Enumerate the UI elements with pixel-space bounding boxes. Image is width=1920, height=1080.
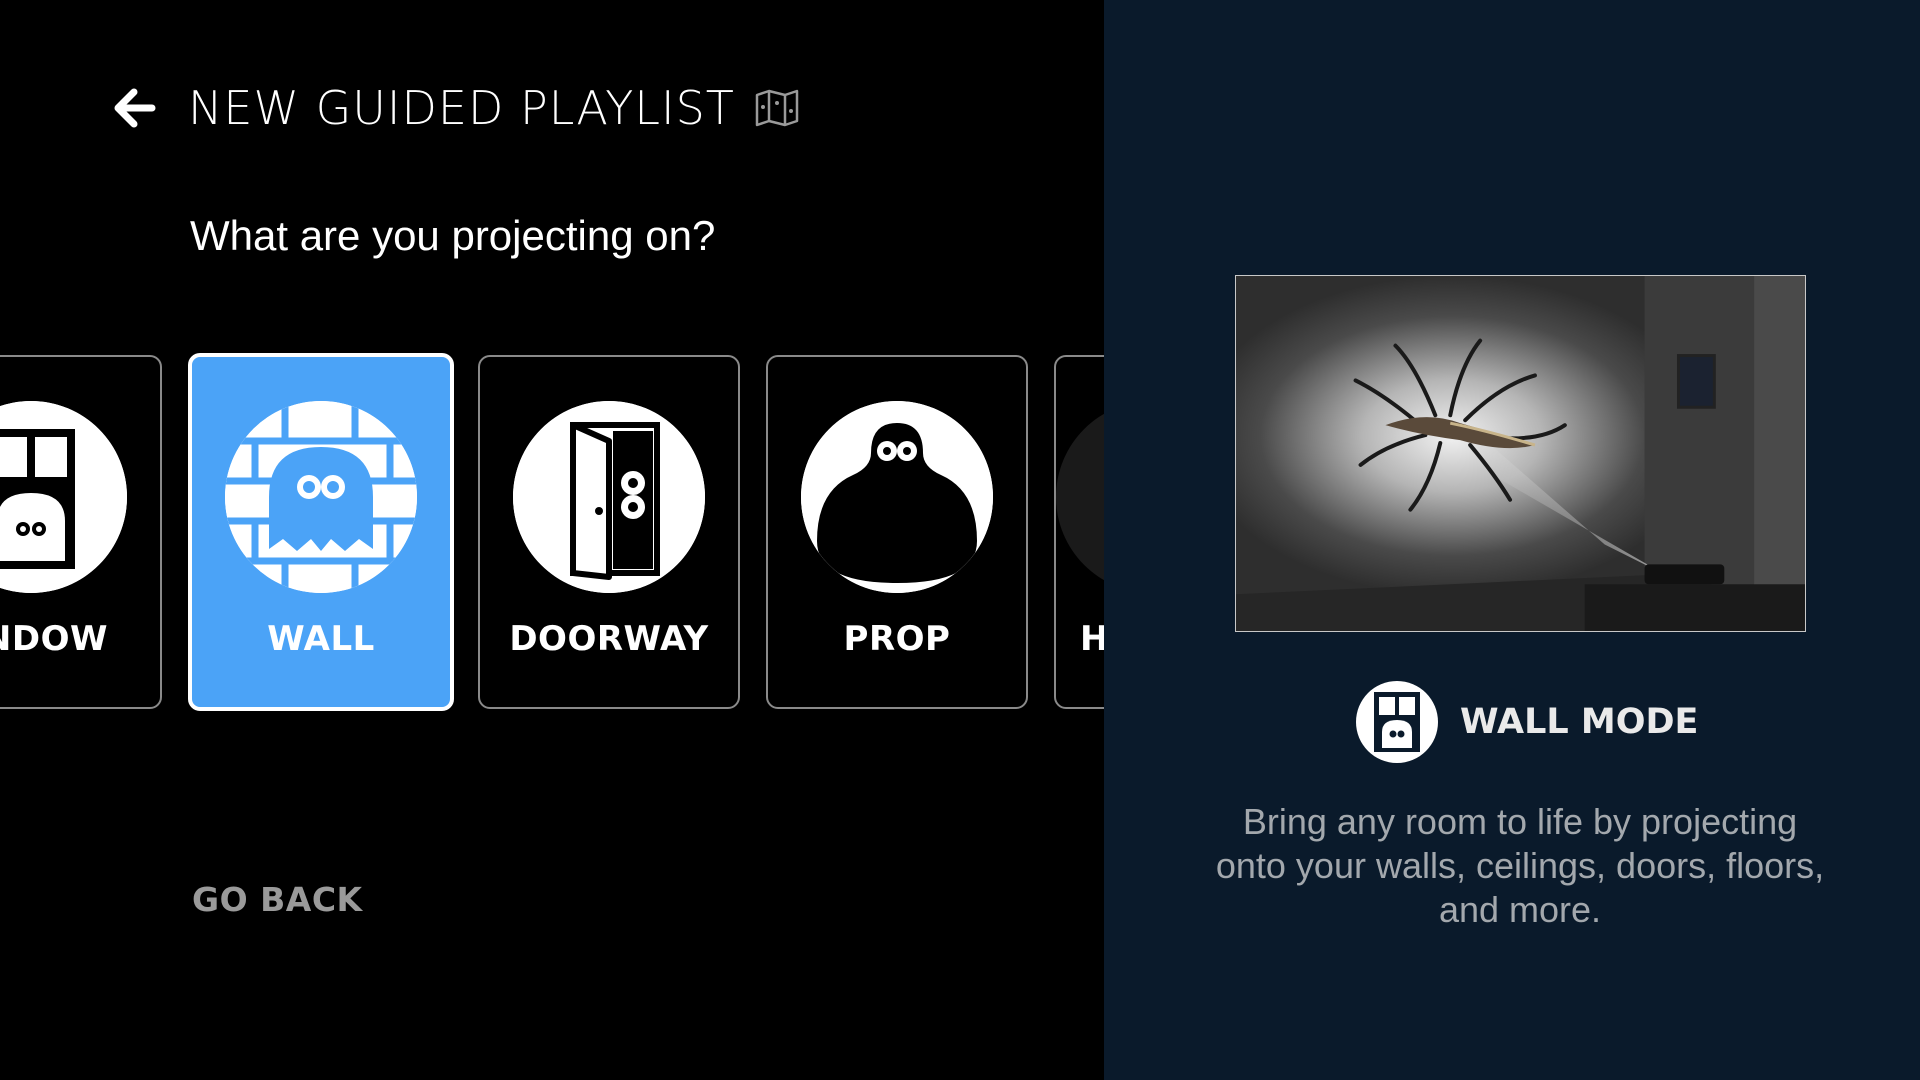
arrow-left-icon[interactable]	[110, 84, 158, 132]
preview-image	[1235, 275, 1806, 632]
card-label: WALL	[267, 619, 375, 659]
doorway-icon	[513, 401, 705, 593]
card-window[interactable]: NDOW	[0, 355, 162, 709]
card-carousel: NDOW	[0, 353, 1104, 711]
card-prop[interactable]: PROP	[766, 355, 1028, 709]
card-wall[interactable]: WALL	[188, 353, 454, 711]
card-label: PROP	[843, 619, 951, 659]
question-heading: What are you projecting on?	[190, 212, 716, 259]
go-back-button[interactable]: GO BACK	[192, 880, 363, 919]
page-title: NEW GUIDED PLAYLIST	[188, 81, 735, 135]
header: NEW GUIDED PLAYLIST	[110, 80, 801, 136]
card-doorway[interactable]: DOORWAY	[478, 355, 740, 709]
map-icon	[755, 88, 801, 128]
ghost-wall-icon	[225, 401, 417, 593]
window-icon	[0, 401, 127, 593]
selection-panel: NEW GUIDED PLAYLIST What are you project…	[0, 0, 1104, 1080]
card-partial[interactable]: H	[1054, 355, 1104, 709]
mode-title: WALL MODE	[1460, 702, 1699, 742]
detail-panel: WALL MODE Bring any room to life by proj…	[1104, 0, 1920, 1080]
partial-icon	[1056, 401, 1104, 593]
card-label: DOORWAY	[509, 619, 709, 659]
mode-header: WALL MODE	[1356, 681, 1698, 763]
card-label: NDOW	[0, 619, 108, 659]
mode-description: Bring any room to life by projecting ont…	[1215, 801, 1825, 930]
card-label: H	[1056, 619, 1104, 659]
window-ghost-icon	[1356, 681, 1438, 763]
prop-icon	[801, 401, 993, 593]
